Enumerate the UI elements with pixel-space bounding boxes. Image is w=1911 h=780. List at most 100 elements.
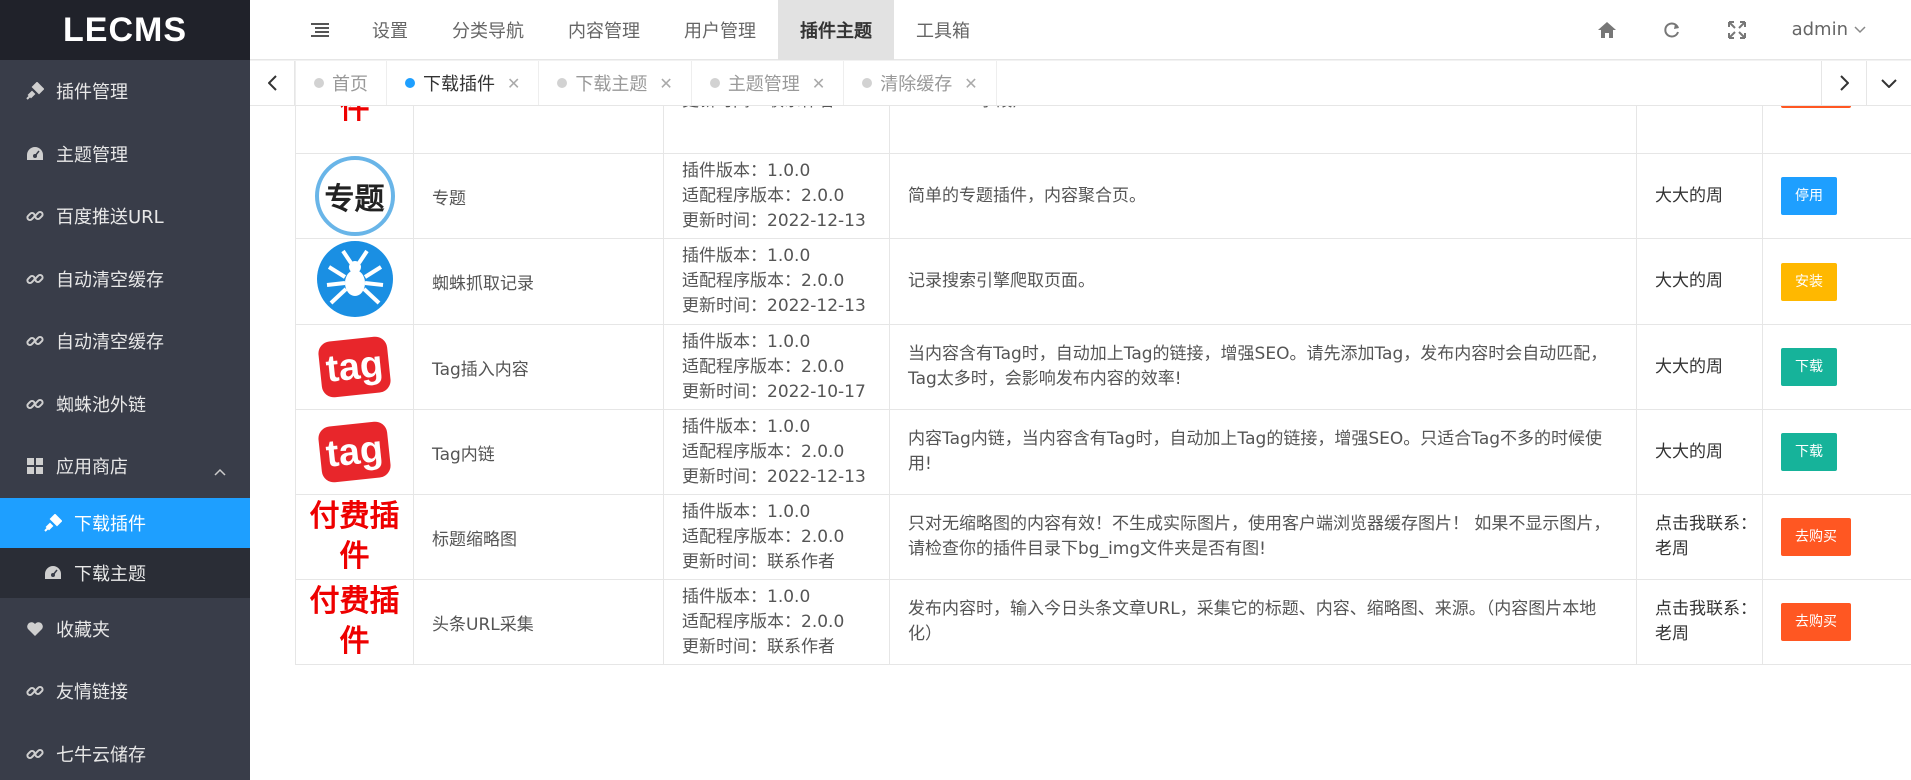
plugin-compat: 适配程序版本：2.0.0: [682, 185, 845, 206]
tab-label: 首页: [332, 74, 368, 95]
tab-label: 下载主题: [575, 74, 648, 95]
plugin-description: 简单的专题插件，内容聚合页。: [889, 153, 1637, 239]
tab-status-dot: [405, 78, 415, 88]
plugin-action-cell: 下载: [1762, 324, 1911, 410]
plugin-name: 蜘蛛抓取记录: [413, 238, 664, 325]
home-icon: [1598, 21, 1617, 38]
top-nav-item[interactable]: 分类导航: [430, 0, 546, 60]
top-nav-item[interactable]: 内容管理: [546, 0, 662, 60]
link-icon: [24, 682, 46, 700]
sidebar-item[interactable]: 插件管理: [0, 60, 250, 123]
tab-status-dot: [314, 78, 324, 88]
tab[interactable]: 清除缓存 ✕: [844, 61, 997, 105]
header-actions: admin: [1575, 0, 1911, 60]
heart-icon: [24, 621, 46, 637]
brand-logo[interactable]: LECMS: [0, 0, 250, 60]
close-icon[interactable]: ✕: [964, 74, 977, 93]
plugin-author[interactable]: 点击我联系：老周: [1636, 579, 1763, 665]
plugin-name: Tag插入内容: [413, 324, 664, 410]
table-row: 付费插件 头条URL采集 插件版本：1.0.0 适配程序版本：2.0.0 更新时间：联系…: [295, 579, 1911, 665]
tab[interactable]: 主题管理 ✕: [692, 61, 845, 105]
plugin-action-button[interactable]: 去购买: [1781, 603, 1851, 641]
sidebar-item[interactable]: 七牛云储存: [0, 723, 250, 780]
plugin-compat: 适配程序版本：2.0.0: [682, 611, 845, 632]
plug-icon: [24, 82, 46, 100]
top-nav-item[interactable]: 工具箱: [894, 0, 992, 60]
close-icon[interactable]: ✕: [507, 74, 520, 93]
tabs-scroll-right-button[interactable]: [1821, 61, 1866, 105]
top-nav-item[interactable]: 设置: [350, 0, 430, 60]
plugin-author[interactable]: 点击我联系：老周: [1636, 494, 1763, 580]
plugin-name: Tag内链: [413, 409, 664, 495]
plugin-version-info: 插件版本：1.0.0 适配程序版本：2.0.0 更新时间：联系作者: [663, 579, 890, 665]
table-row: tag Tag插入内容 插件版本：1.0.0 适配程序版本：2.0.0 更新时间：202…: [295, 324, 1911, 410]
home-button[interactable]: [1575, 0, 1640, 60]
plugin-logo-cell: 付费插件: [295, 579, 414, 665]
sidebar-item-label: 友情链接: [56, 682, 128, 704]
close-icon[interactable]: ✕: [659, 74, 672, 93]
plugin-version: 插件版本：1.0.0: [682, 501, 811, 522]
plugin-version-info: 插件版本：1.0.0 适配程序版本：2.0.0 更新时间：2022-12-13: [663, 153, 890, 239]
tabs-dropdown-button[interactable]: [1866, 61, 1911, 105]
tab[interactable]: 下载插件 ✕: [387, 61, 540, 105]
top-nav-item[interactable]: 插件主题: [778, 0, 894, 60]
close-icon[interactable]: ✕: [812, 74, 825, 93]
sidebar-subitem[interactable]: 下载主题: [0, 548, 250, 598]
topic-plugin-logo: 专题: [314, 156, 395, 236]
top-nav-item[interactable]: 用户管理: [662, 0, 778, 60]
plugin-compat: 适配程序版本：2.0.0: [682, 271, 845, 291]
brand-logo-text: LECMS: [63, 10, 187, 49]
tabs-scroll-left-button[interactable]: [250, 61, 295, 105]
sidebar-item[interactable]: 收藏夹: [0, 598, 250, 661]
table-row: 蜘蛛抓取记录 插件版本：1.0.0 适配程序版本：2.0.0 更新时间：2022-12…: [295, 238, 1911, 325]
plug-icon: [42, 513, 64, 532]
plugin-compat: 适配程序版本：2.0.0: [682, 526, 845, 547]
link-icon: [24, 745, 46, 763]
fullscreen-button[interactable]: [1705, 0, 1770, 60]
chevron-up-icon: [214, 460, 226, 481]
plugin-action-cell: 去购买: [1762, 579, 1911, 665]
tab-status-dot: [557, 78, 568, 88]
fullscreen-icon: [1728, 20, 1747, 39]
plugin-action-button[interactable]: 去购买: [1781, 518, 1851, 556]
plugin-action-button[interactable]: 安装: [1781, 262, 1837, 301]
user-menu[interactable]: admin: [1770, 19, 1911, 40]
plugin-action-cell: 去购买: [1762, 494, 1911, 580]
tabs: 首页 下载插件 ✕ 下载主题 ✕ 主题管理 ✕ 清除缓存 ✕: [295, 61, 1821, 105]
dashboard-icon: [42, 565, 64, 581]
refresh-button[interactable]: [1640, 0, 1705, 60]
sidebar-menu: 插件管理 主题管理 百度推送URL 自动清空缓存 自动清空缓存 蜘蛛池外链 应用商店 下载插件…: [0, 60, 250, 780]
sidebar-subitem[interactable]: 下载插件: [0, 497, 250, 548]
plugin-description: 只对无缩略图的内容有效！不生成实际图片，使用客户端浏览器缓存图片！ 如果不显示图…: [889, 494, 1637, 580]
plugin-action-button[interactable]: 下载: [1781, 348, 1837, 386]
plugin-version-info: 插件版本：1.0.0 适配程序版本：2.0.0 更新时间：2022-10-17: [663, 324, 890, 410]
sidebar-item[interactable]: 主题管理: [0, 123, 250, 186]
plugin-logo-cell: tag: [295, 409, 414, 495]
plugin-description: 记录搜索引擎爬取页面。: [889, 238, 1637, 325]
hamburger-icon: [311, 22, 329, 37]
sidebar-item[interactable]: 自动清空缓存: [0, 310, 250, 373]
sidebar-item[interactable]: 应用商店: [0, 435, 250, 498]
chevron-right-icon: [1839, 75, 1849, 91]
table-row: 专题 专题 插件版本：1.0.0 适配程序版本：2.0.0 更新时间：2022-12-1…: [295, 153, 1911, 239]
sidebar-item[interactable]: 百度推送URL: [0, 185, 250, 248]
plugin-description: 发布内容时，输入今日头条文章URL，采集它的标题、内容、缩略图、来源。（内容图片…: [889, 579, 1637, 665]
tab-label: 清除缓存: [880, 74, 953, 95]
sidebar-item[interactable]: 自动清空缓存: [0, 248, 250, 311]
menu-toggle-button[interactable]: [290, 0, 350, 60]
tab[interactable]: 下载主题 ✕: [539, 61, 692, 105]
plugin-action-button[interactable]: 停用: [1781, 177, 1837, 215]
plugin-name: 标题缩略图: [413, 494, 664, 580]
plugin-action-cell: 下载: [1762, 409, 1911, 495]
plugin-author: 大大的周: [1636, 238, 1763, 325]
sidebar-item[interactable]: 友情链接: [0, 660, 250, 723]
plugin-action-button[interactable]: 下载: [1781, 433, 1837, 471]
app-root: LECMS 插件管理 主题管理 百度推送URL 自动清空缓存 自动清空缓存 蜘蛛池外链 应用…: [0, 0, 1911, 780]
sidebar-item-label: 自动清空缓存: [56, 332, 164, 354]
tab[interactable]: 首页: [295, 61, 387, 105]
link-icon: [24, 332, 46, 350]
link-icon: [24, 270, 46, 288]
plugin-updated: 更新时间：2022-10-17: [682, 381, 866, 402]
sidebar-item-label: 百度推送URL: [56, 207, 164, 229]
sidebar-item[interactable]: 蜘蛛池外链: [0, 373, 250, 436]
